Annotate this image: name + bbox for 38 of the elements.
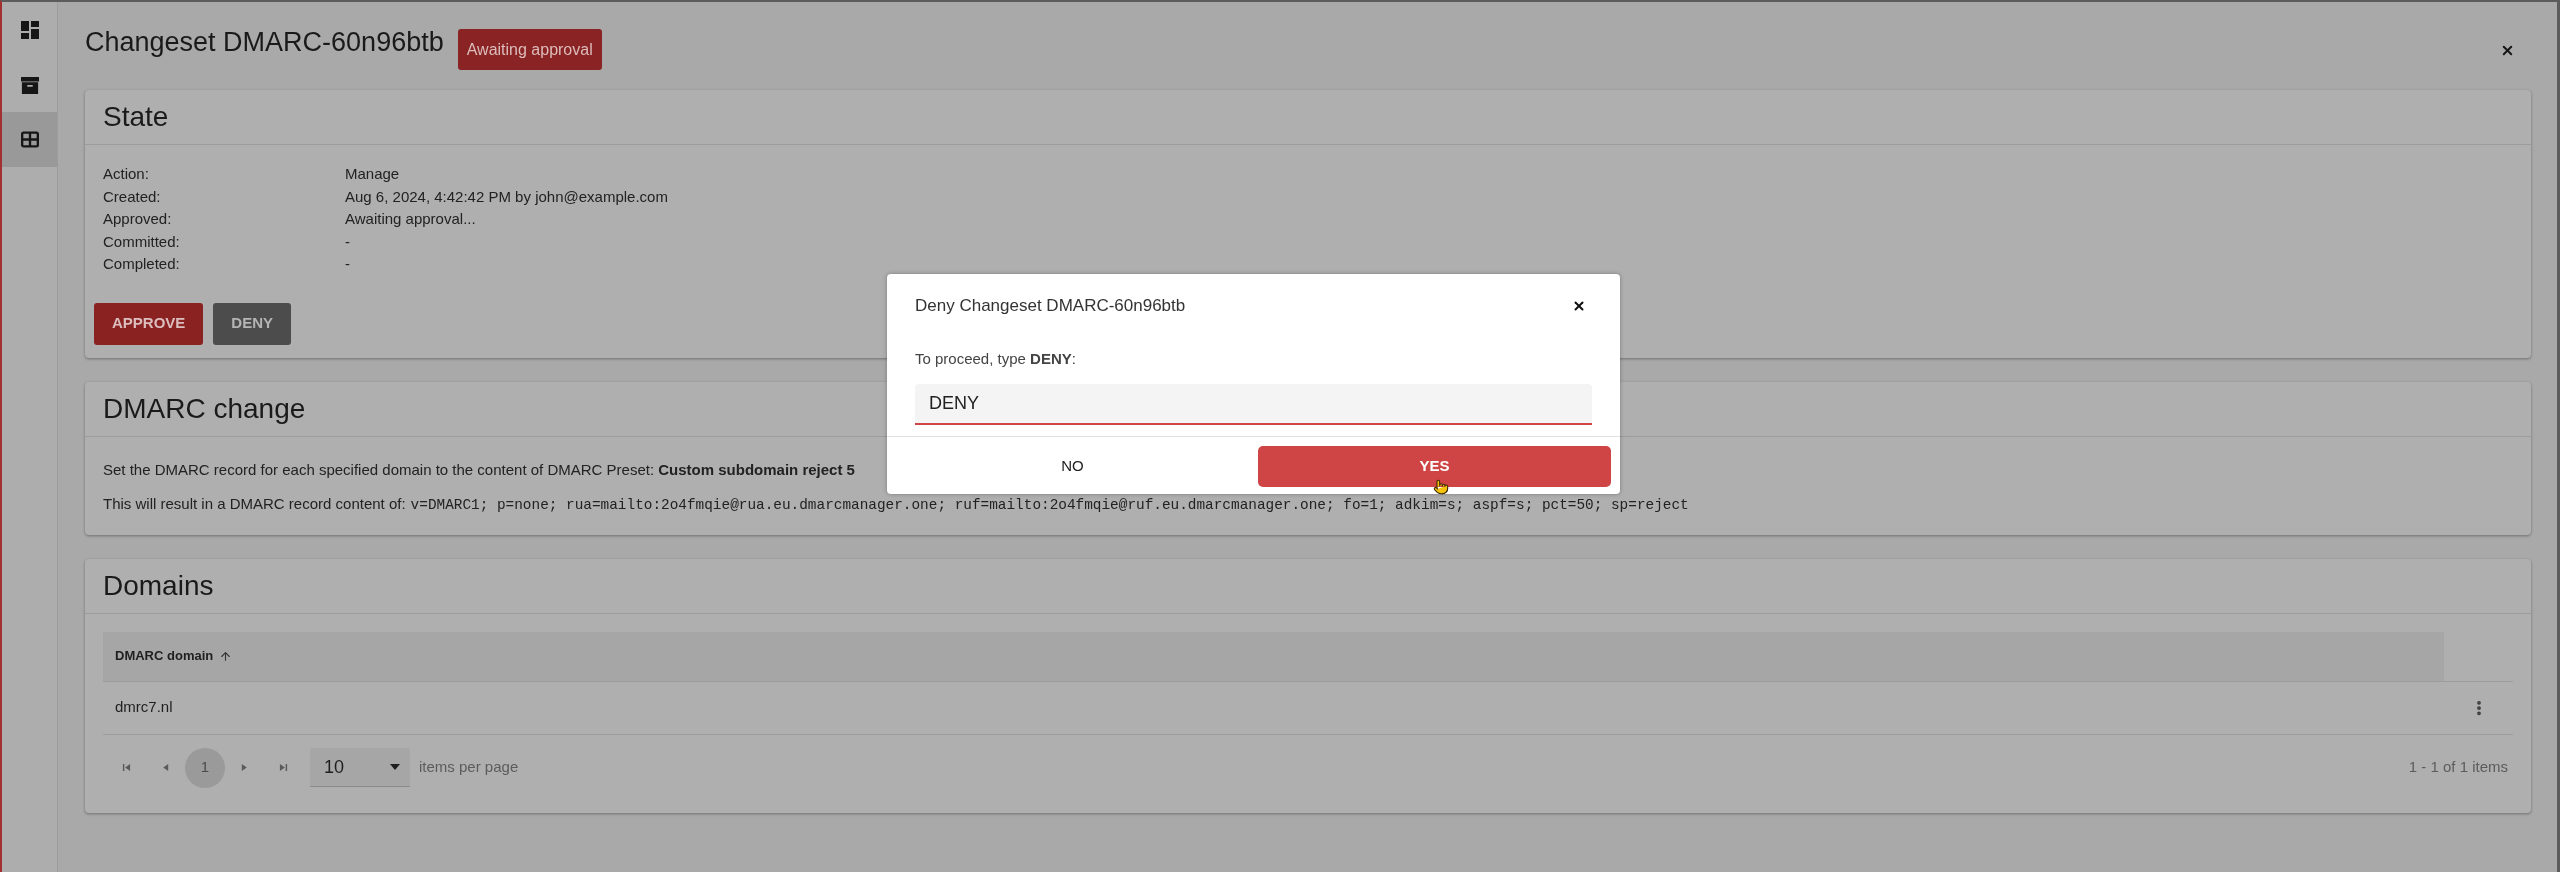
description-text: Set the DMARC record for each specified domain to the content of DMARC Preset: Custom subdomain reject 5 xyxy=(103,459,855,480)
dialog-title: Deny Changeset DMARC-60n96btb xyxy=(915,295,1186,317)
column-header[interactable]: DMARC domain xyxy=(115,646,233,666)
field-value: - xyxy=(345,254,350,274)
table-icon xyxy=(20,131,39,148)
page-title: Changeset DMARC-60n96btb xyxy=(85,26,444,59)
field-value: Aug 6, 2024, 4:42:42 PM by john@example.com xyxy=(345,186,668,207)
caret-down-icon xyxy=(390,764,400,770)
dialog-prompt: To proceed, type DENY: xyxy=(915,349,1076,369)
close-icon[interactable] xyxy=(2500,43,2515,58)
dialog-button[interactable]: NO xyxy=(896,446,1249,487)
field-label: Approved: xyxy=(103,209,172,229)
action-button[interactable]: DENY xyxy=(213,302,292,345)
page-size-select[interactable]: 10 xyxy=(310,748,410,787)
field-label: Completed: xyxy=(103,254,180,274)
status-badge: Awaiting approval xyxy=(457,29,602,70)
card-title: DMARC change xyxy=(103,391,306,426)
dashboard-icon xyxy=(20,20,39,39)
pagination-summary: 1 - 1 of 1 items xyxy=(2408,757,2508,778)
field-label: Created: xyxy=(103,186,161,207)
field-value: - xyxy=(345,231,350,252)
field-label: Committed: xyxy=(103,231,180,252)
card-title: State xyxy=(103,100,169,134)
table-cell-text: dmrc7.nl xyxy=(115,697,173,718)
field-label: Action: xyxy=(103,164,149,184)
card-title: Domains xyxy=(103,568,214,603)
confirm-input[interactable]: DENY xyxy=(915,384,1592,425)
sidebar-item[interactable] xyxy=(2,112,57,167)
field-value: Manage xyxy=(345,164,400,184)
field-value: Awaiting approval... xyxy=(345,209,476,229)
close-icon[interactable] xyxy=(1572,299,1586,313)
dmarc-record-text: v=DMARC1; p=none; rua=mailto:2o4fmqie@rua.eu.dmarcmanager.one; ruf=mailto:2o4fmqie@ruf.eu.dmarcmanager.one; fo=1; adkim=s; aspf=s; pct=50; sp=reject xyxy=(410,496,1689,513)
page-size-label: items per page xyxy=(419,757,519,778)
result-label: This will result in a DMARC record content of: xyxy=(103,495,406,512)
hand-pointer-icon xyxy=(1433,479,1449,495)
archive-box-icon xyxy=(20,75,39,94)
action-button[interactable]: APPROVE xyxy=(94,302,204,345)
dialog-button[interactable]: YES xyxy=(1258,446,1611,487)
